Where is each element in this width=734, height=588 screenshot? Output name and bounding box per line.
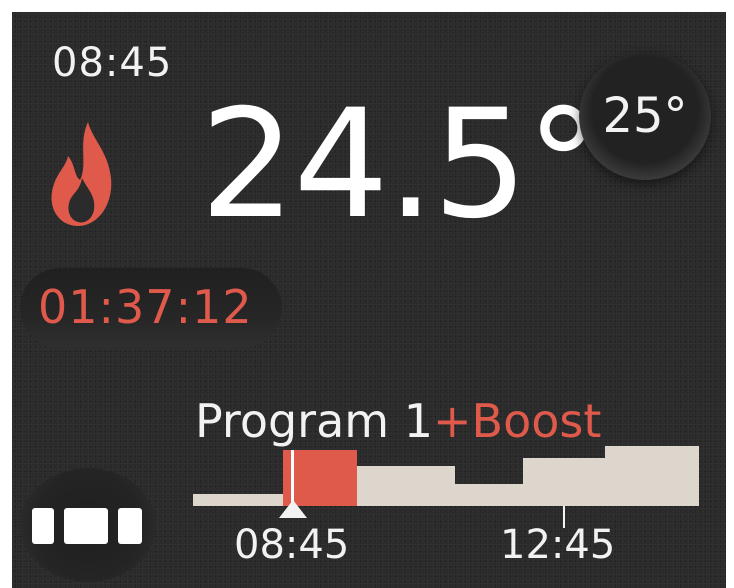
schedule-profile — [193, 446, 699, 506]
menu-bars-icon — [32, 508, 142, 544]
boost-segment — [283, 450, 357, 506]
setpoint-button[interactable]: 25° — [579, 52, 711, 180]
thermostat-screen: 08:45 24.5° 25° 01:37:12 Program 1+Boost… — [12, 12, 726, 588]
schedule-bar[interactable] — [193, 442, 699, 532]
current-time-line — [291, 450, 294, 506]
marker-time-label: 12:45 — [500, 522, 616, 568]
boost-timer-pill[interactable]: 01:37:12 — [20, 268, 282, 348]
setpoint-temperature: 25° — [602, 88, 688, 144]
current-time-label: 08:45 — [234, 522, 350, 568]
clock: 08:45 — [52, 40, 173, 86]
current-temperature: 24.5° — [200, 78, 601, 252]
flame-icon — [51, 122, 112, 226]
program-title: Program 1+Boost — [195, 394, 601, 448]
boost-timer: 01:37:12 — [38, 280, 253, 334]
menu-button[interactable] — [20, 468, 156, 582]
program-name: Program 1 — [195, 394, 433, 448]
boost-label: +Boost — [432, 394, 602, 448]
